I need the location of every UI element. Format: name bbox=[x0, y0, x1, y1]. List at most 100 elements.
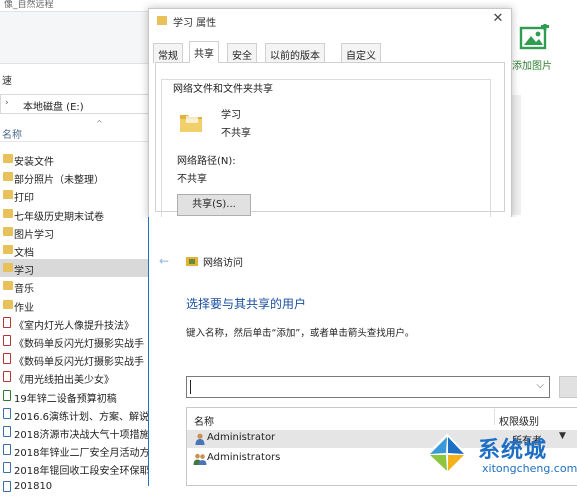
file-name: 部分照片（未整理） bbox=[14, 175, 104, 187]
list-item[interactable]: 《室内灯光人像提升技法》 bbox=[0, 314, 150, 332]
list-item[interactable]: 文档 bbox=[0, 241, 150, 259]
image-file-icon bbox=[3, 462, 11, 474]
list-item[interactable]: 2016.6演练计划、方案、解说 bbox=[0, 405, 150, 423]
user-name[interactable]: Administrators bbox=[207, 452, 280, 463]
back-arrow-icon[interactable]: ← bbox=[159, 254, 169, 268]
list-item[interactable]: 《数码单反闪光灯摄影实战手 bbox=[0, 350, 150, 368]
folder-icon bbox=[157, 16, 167, 25]
list-item[interactable]: 《数码单反闪光灯摄影实战手 bbox=[0, 332, 150, 350]
list-header-divider bbox=[494, 409, 495, 425]
user-icon bbox=[195, 433, 205, 445]
share-button[interactable]: 共享(S)... bbox=[177, 194, 251, 216]
user-name[interactable]: Administrator bbox=[207, 432, 275, 443]
properties-dialog: 学习 属性 ✕ 常规 共享 安全 以前的版本 自定义 网络文件和文件夹共享 学习… bbox=[148, 8, 512, 219]
folder-icon bbox=[3, 281, 13, 291]
list-item[interactable]: 图片学习 bbox=[0, 223, 150, 241]
image-file-icon bbox=[3, 480, 11, 492]
file-name: 19年锌二设备预算初稿 bbox=[14, 393, 117, 405]
address-bar[interactable]: › 本地磁盘 (E:) bbox=[0, 94, 150, 114]
file-name: 《数码单反闪光灯摄影实战手 bbox=[14, 339, 144, 350]
folder-icon bbox=[3, 154, 13, 163]
list-item[interactable]: 作业 bbox=[0, 296, 150, 314]
folder-icon bbox=[3, 299, 13, 309]
list-item[interactable]: 学习 bbox=[0, 259, 150, 278]
network-access-heading: 选择要与其共享的用户 bbox=[186, 297, 307, 311]
tab-security[interactable]: 安全 bbox=[227, 43, 257, 63]
add-picture-icon[interactable] bbox=[518, 24, 550, 52]
user-group-icon bbox=[193, 453, 207, 465]
list-item[interactable]: 部分照片（未整理） bbox=[0, 168, 150, 186]
add-user-button[interactable] bbox=[559, 376, 577, 398]
folder-icon bbox=[3, 245, 13, 254]
file-name: 打印 bbox=[14, 193, 34, 205]
folder-share-status: 不共享 bbox=[221, 128, 251, 139]
folder-icon bbox=[3, 190, 13, 200]
file-name: 2018年锌业二厂安全月活动方 bbox=[14, 448, 150, 460]
sort-ascending-icon: ^ bbox=[96, 119, 103, 128]
address-drive[interactable]: 本地磁盘 (E:) bbox=[23, 98, 84, 113]
xitongcheng-logo bbox=[426, 433, 468, 475]
user-name-combobox[interactable]: ⌵ bbox=[186, 376, 550, 398]
file-name: 《数码单反闪光灯摄影实战手 bbox=[14, 357, 144, 369]
folder-icon bbox=[3, 208, 13, 218]
quick-access-label[interactable]: 速 bbox=[2, 72, 12, 87]
document-icon bbox=[3, 371, 11, 383]
chevron-right-icon[interactable]: › bbox=[5, 98, 9, 108]
file-name: 七年级历史期末试卷 bbox=[14, 211, 104, 223]
tab-customize[interactable]: 自定义 bbox=[341, 43, 381, 63]
permission-dropdown-icon[interactable]: ▼ bbox=[559, 431, 566, 441]
add-picture-label[interactable]: 添加图片 bbox=[512, 57, 552, 72]
file-name: 201810 bbox=[14, 480, 53, 492]
folder-icon bbox=[3, 226, 13, 236]
list-item[interactable]: 七年级历史期末试卷 bbox=[0, 205, 150, 223]
list-item[interactable]: 《用光线拍出美少女》 bbox=[0, 368, 150, 386]
document-icon bbox=[3, 353, 11, 365]
file-name: 文档 bbox=[14, 248, 34, 259]
list-item[interactable]: 2018济源市决战大气十项措施 bbox=[0, 423, 150, 441]
properties-tabs: 常规 共享 安全 以前的版本 自定义 bbox=[153, 41, 503, 63]
share-group-title: 网络文件和文件夹共享 bbox=[171, 80, 275, 95]
file-name: 2018济源市决战大气十项措施 bbox=[14, 430, 150, 441]
file-name: 学习 bbox=[14, 266, 34, 278]
text-caret bbox=[190, 380, 191, 394]
close-icon[interactable]: ✕ bbox=[489, 11, 507, 26]
folder-icon bbox=[3, 263, 13, 273]
list-item[interactable]: 音乐 bbox=[0, 277, 150, 295]
image-file-icon bbox=[3, 426, 11, 437]
watermark-url: xitongcheng.com bbox=[482, 462, 577, 475]
explorer-tab-title[interactable]: 像_自然远程 bbox=[4, 0, 54, 10]
properties-title: 学习 属性 bbox=[173, 18, 217, 29]
network-path-label: 网络路径(N): bbox=[177, 156, 236, 167]
folder-name: 学习 bbox=[221, 110, 241, 121]
network-path-value: 不共享 bbox=[177, 174, 207, 185]
image-file-icon bbox=[3, 444, 11, 456]
document-icon bbox=[3, 316, 11, 328]
tab-general[interactable]: 常规 bbox=[153, 43, 183, 63]
file-name: 《用光线拍出美少女》 bbox=[14, 375, 114, 387]
list-item[interactable]: 19年锌二设备预算初稿 bbox=[0, 387, 150, 405]
list-header-permission[interactable]: 权限级别 bbox=[499, 413, 539, 428]
column-header[interactable]: 名称 ^ bbox=[0, 119, 150, 142]
watermark-brand: 系统城 bbox=[478, 438, 548, 463]
column-name-header[interactable]: 名称 bbox=[2, 126, 22, 141]
file-name: 音乐 bbox=[14, 284, 34, 296]
spreadsheet-icon bbox=[3, 389, 11, 401]
file-name: 《室内灯光人像提升技法》 bbox=[14, 320, 134, 332]
list-item[interactable]: 201810 bbox=[0, 478, 150, 496]
explorer-tab-strip: 像_自然远程 bbox=[0, 0, 150, 12]
list-item[interactable]: 2018年锟回收工段安全环保耶 bbox=[0, 459, 150, 477]
list-item[interactable]: 打印 bbox=[0, 186, 150, 204]
folder-icon bbox=[180, 115, 202, 132]
tab-previous-versions[interactable]: 以前的版本 bbox=[265, 43, 325, 63]
document-icon bbox=[3, 335, 11, 346]
file-name: 作业 bbox=[14, 302, 34, 314]
list-item[interactable]: 安装文件 bbox=[0, 150, 150, 168]
network-access-instruction: 键入名称，然后单击“添加”，或者单击箭头查找用户。 bbox=[186, 328, 415, 339]
list-item[interactable]: 2018年锌业二厂安全月活动方 bbox=[0, 441, 150, 459]
tab-sharing[interactable]: 共享 bbox=[189, 41, 219, 63]
explorer-ribbon bbox=[0, 12, 150, 64]
list-header-name[interactable]: 名称 bbox=[194, 413, 214, 428]
file-name: 图片学习 bbox=[14, 229, 54, 241]
chevron-down-icon[interactable]: ⌵ bbox=[536, 380, 544, 391]
network-share-icon bbox=[186, 257, 198, 266]
